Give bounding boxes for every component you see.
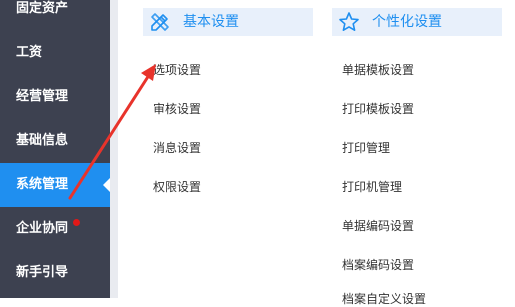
sidebar-item-basic-info[interactable]: 基础信息 [0, 119, 110, 163]
pencil-ruler-icon [149, 11, 171, 33]
printer-management-link[interactable]: 打印机管理 [342, 178, 402, 195]
sidebar-item-label: 系统管理 [16, 177, 69, 192]
archive-custom-settings-link[interactable]: 档案自定义设置 [342, 290, 426, 307]
audit-settings-link[interactable]: 审核设置 [153, 100, 201, 117]
message-settings-link[interactable]: 消息设置 [153, 139, 201, 156]
print-management-link[interactable]: 打印管理 [342, 139, 390, 156]
permission-settings-link[interactable]: 权限设置 [153, 178, 201, 195]
personalization-title: 个性化设置 [372, 14, 442, 30]
divider [110, 0, 118, 298]
document-code-settings-link[interactable]: 单据编码设置 [342, 217, 414, 234]
archive-code-settings-link[interactable]: 档案编码设置 [342, 256, 414, 273]
sidebar-item-enterprise-collaboration[interactable]: 企业协同 [0, 207, 110, 251]
sidebar-item-business-management[interactable]: 经营管理 [0, 75, 110, 119]
sidebar-item-label: 固定资产 [16, 1, 69, 16]
sidebar-item-fixed-assets[interactable]: 固定资产 [0, 0, 110, 31]
sidebar-item-label: 基础信息 [16, 133, 69, 148]
sidebar-item-beginner-guide[interactable]: 新手引导 [0, 251, 110, 295]
options-settings-link[interactable]: 选项设置 [153, 61, 201, 78]
personalization-header: 个性化设置 [332, 8, 502, 36]
sidebar-item-system-management[interactable]: 系统管理 [0, 163, 110, 207]
basic-settings-header: 基本设置 [143, 8, 313, 36]
star-icon [338, 11, 360, 33]
sidebar-item-payroll[interactable]: 工资 [0, 31, 110, 75]
sidebar-item-label: 经营管理 [16, 89, 69, 104]
sidebar-item-label: 企业协同 [16, 221, 69, 236]
sidebar-nav: 固定资产 工资 经营管理 基础信息 系统管理 企业协同 新手引导 [0, 0, 110, 298]
basic-settings-title: 基本设置 [183, 14, 239, 30]
sidebar-item-label: 工资 [16, 45, 43, 60]
document-template-settings-link[interactable]: 单据模板设置 [342, 61, 414, 78]
notification-dot [73, 219, 80, 226]
sidebar-item-label: 新手引导 [16, 265, 69, 280]
print-template-settings-link[interactable]: 打印模板设置 [342, 100, 414, 117]
